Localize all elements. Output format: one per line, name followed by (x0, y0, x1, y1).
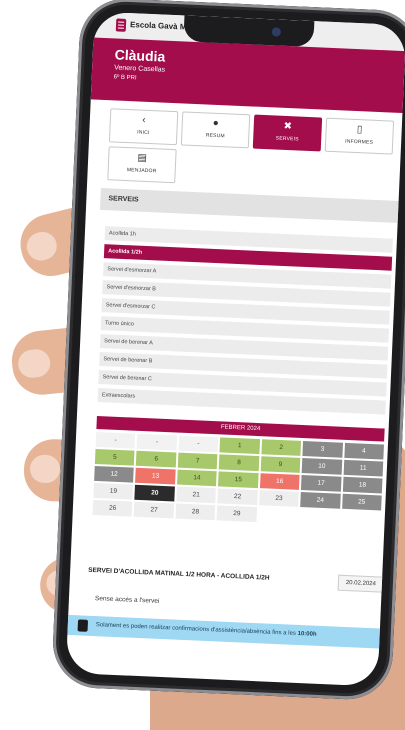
tile-informes[interactable]: ▯ INFORMES (324, 117, 395, 155)
tile-label: MENJADOR (126, 167, 157, 175)
calendar-day[interactable]: 8 (219, 454, 260, 472)
section-header: SERVEIS (99, 187, 399, 223)
person-icon: ● (212, 117, 220, 130)
tile-resum[interactable]: ● RESUM (180, 111, 251, 149)
notice-text: Solament es poden realitzar confirmacion… (96, 622, 317, 638)
info-notice: Solament es poden realitzar confirmacion… (67, 614, 380, 649)
tile-inici[interactable]: ‹ INICI (108, 108, 179, 146)
calendar: FEBRER 2024 - - -1 2 3 4 5 6 7 8 9 10 11 12 13 14 15 16 17… (92, 415, 385, 527)
calendar-day[interactable]: 13 (135, 467, 176, 485)
camera-icon (271, 27, 282, 37)
tile-label: INFORMES (345, 138, 374, 146)
student-class: 6º B PRI (113, 74, 137, 82)
document-icon: ▯ (356, 124, 363, 136)
calendar-day[interactable]: 27 (134, 501, 175, 519)
student-surname: Venero Casellas (113, 64, 166, 74)
tile-label: INICI (137, 129, 150, 137)
tile-menjador[interactable]: ▤ MENJADOR (107, 146, 177, 184)
calendar-day[interactable]: 6 (136, 450, 177, 468)
calendar-day[interactable]: 1 (219, 437, 260, 455)
calendar-day[interactable]: 16 (259, 473, 300, 490)
calendar-day[interactable]: 24 (300, 491, 341, 509)
tile-serveis[interactable]: ✖ SERVEIS (252, 114, 323, 152)
services-list: Acollida 1h Acollida 1/2h Servei d'esmor… (97, 226, 393, 418)
calendar-day[interactable]: 10 (301, 458, 342, 475)
calendar-day[interactable]: 26 (92, 499, 133, 517)
calendar-day[interactable]: 4 (343, 442, 384, 460)
calendar-day[interactable]: 15 (218, 471, 259, 489)
phone-screen: Escola Gavà Mar Clàudia Venero Casellas … (65, 11, 405, 687)
calendar-day[interactable]: 28 (175, 503, 216, 521)
tools-icon: ✖ (283, 120, 293, 133)
calendar-day[interactable]: 7 (177, 452, 218, 470)
chevron-left-icon: ‹ (141, 114, 146, 126)
calendar-day[interactable]: 5 (94, 448, 135, 466)
calendar-day[interactable]: 18 (342, 476, 383, 494)
calendar-day[interactable]: 21 (176, 486, 217, 504)
phone-frame: Escola Gavà Mar Clàudia Venero Casellas … (51, 0, 405, 702)
calendar-day: - (95, 431, 136, 449)
calendar-day[interactable]: 22 (217, 488, 258, 506)
calendar-day: - (178, 435, 219, 453)
section-title: SERVEIS (108, 195, 139, 204)
calendar-day[interactable]: 11 (343, 459, 384, 477)
service-detail-date: 20.02.2024 (337, 574, 385, 593)
calendar-day[interactable]: 2 (261, 439, 302, 456)
calendar-grid: - - -1 2 3 4 5 6 7 8 9 10 11 12 13 14 15 16 17 18 19 20 21 22 23… (92, 431, 384, 527)
student-header: Clàudia Venero Casellas 6º B PRI (90, 37, 405, 114)
tile-label: SERVEIS (275, 135, 299, 143)
notice-time: 10:00h (297, 630, 317, 638)
calendar-icon: ▤ (137, 152, 148, 164)
tile-label: RESUM (205, 132, 225, 140)
notice-message: Solament es poden realitzar confirmacion… (95, 622, 297, 637)
calendar-day[interactable]: 14 (176, 469, 217, 487)
calendar-day-today[interactable]: 20 (134, 484, 175, 502)
calendar-day[interactable]: 23 (258, 490, 299, 507)
calendar-day: - (136, 433, 178, 451)
calendar-day[interactable]: 19 (93, 482, 134, 500)
info-icon (77, 619, 89, 632)
service-detail-title: SERVEI D'ACOLLIDA MATINAL 1/2 HORA - ACO… (88, 566, 270, 582)
calendar-day[interactable]: 17 (301, 474, 342, 492)
no-access-text: Sense accés a l'servei (94, 595, 160, 605)
calendar-day[interactable]: 3 (302, 441, 343, 458)
calendar-day[interactable]: 9 (260, 456, 301, 473)
calendar-day[interactable]: 29 (216, 505, 257, 523)
calendar-day[interactable]: 12 (94, 465, 135, 483)
menu-icon[interactable] (115, 18, 127, 32)
student-name: Clàudia (114, 46, 166, 65)
calendar-day[interactable]: 25 (341, 493, 382, 511)
